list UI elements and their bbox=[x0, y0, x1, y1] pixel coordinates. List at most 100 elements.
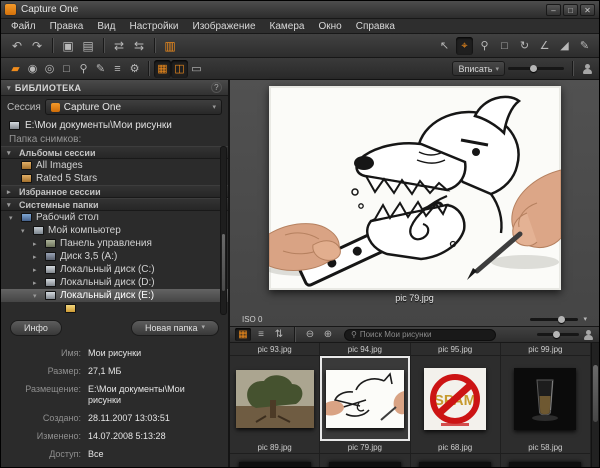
menu-file[interactable]: Файл bbox=[4, 20, 43, 33]
multi-view-toggle-icon[interactable]: ▦ bbox=[154, 59, 171, 78]
tree-item-disk-c[interactable]: ▸ Локальный диск (C:) bbox=[1, 263, 228, 276]
zoom-fit-dropdown[interactable]: Вписать ▾ bbox=[452, 61, 505, 76]
chevron-down-icon: ▾ bbox=[201, 324, 205, 331]
new-folder-button[interactable]: Новая папка ▾ bbox=[131, 320, 219, 336]
zoom-out-icon[interactable]: ⊖ bbox=[302, 328, 318, 341]
title-bar[interactable]: Capture One – □ ✕ bbox=[1, 1, 599, 18]
tree-item-control-panel[interactable]: ▸ Панель управления bbox=[1, 237, 228, 250]
help-icon[interactable]: ? bbox=[211, 82, 222, 93]
toolbar-separator bbox=[294, 327, 295, 342]
menu-edit[interactable]: Правка bbox=[43, 20, 91, 33]
viewer-browser-toggle-icon[interactable]: ◫ bbox=[171, 59, 188, 78]
app-logo-icon bbox=[5, 4, 16, 15]
grid-view-icon[interactable]: ▦ bbox=[235, 328, 251, 341]
thumbnail-pic-89[interactable] bbox=[230, 356, 321, 441]
apply-settings-icon[interactable]: ▤ bbox=[78, 37, 98, 55]
main-toolbar: ↶ ↷ ▣ ▤ ⇄ ⇆ ▥ ↖ ⌖ ⚲ □ ↻ ∠ ◢ ✎ bbox=[1, 34, 599, 58]
thumb-label: pic 89.jpg bbox=[230, 441, 321, 453]
info-row-location: Размещение: E:\Мои документы\Мои рисунки bbox=[25, 384, 185, 405]
thumbnail-pic-79-selected[interactable] bbox=[320, 356, 411, 441]
menu-settings[interactable]: Настройки bbox=[122, 20, 185, 33]
toolbar-separator bbox=[572, 61, 573, 76]
white-balance-picker-icon[interactable]: ◢ bbox=[556, 37, 573, 55]
crop-tool-icon[interactable]: □ bbox=[496, 37, 513, 55]
tree-item-my-computer[interactable]: ▾ Мой компьютер bbox=[1, 224, 228, 237]
window-title: Capture One bbox=[21, 4, 79, 15]
library-panel-header[interactable]: ▾ БИБЛИОТЕКА ? bbox=[1, 80, 228, 96]
undo-icon[interactable]: ↶ bbox=[7, 37, 27, 55]
collapse-panel-icon[interactable]: ▾ bbox=[7, 84, 11, 92]
tree-item-disk-d[interactable]: ▸ Локальный диск (D:) bbox=[1, 276, 228, 289]
zoom-fit-label: Вписать bbox=[458, 63, 493, 74]
thumb-size-slider[interactable] bbox=[537, 331, 579, 338]
browser-search[interactable]: ⚲ bbox=[344, 328, 496, 341]
section-header-favorites[interactable]: ▸ Избранное сессии bbox=[1, 185, 228, 198]
menu-window[interactable]: Окно bbox=[311, 20, 348, 33]
preview-zoom-slider[interactable] bbox=[530, 315, 579, 323]
session-path-item[interactable]: E:\Мои документы\Мои рисунки bbox=[1, 118, 228, 133]
info-row-name: Имя: Мои рисунки bbox=[60, 348, 142, 358]
thumbnail-pic-68[interactable]: SPAM bbox=[411, 356, 501, 441]
minimize-button[interactable]: – bbox=[546, 3, 561, 16]
cursor-tool-icon[interactable]: ↖ bbox=[436, 37, 453, 55]
menu-view[interactable]: Вид bbox=[90, 20, 122, 33]
viewer-zoom-slider[interactable] bbox=[508, 65, 564, 72]
browser-scrollbar-thumb[interactable] bbox=[593, 365, 598, 423]
viewer-filename: pic 79.jpg bbox=[395, 293, 434, 303]
menu-image[interactable]: Изображение bbox=[186, 20, 263, 33]
focus-loupe-icon[interactable]: ⚲ bbox=[75, 60, 92, 78]
session-select[interactable]: Capture One ▾ bbox=[44, 99, 222, 115]
annotate-tool-icon[interactable]: ✎ bbox=[576, 37, 593, 55]
metadata-list-icon[interactable]: ≡ bbox=[109, 60, 126, 78]
maximize-button[interactable]: □ bbox=[563, 3, 578, 16]
sync-back-icon[interactable]: ⇄ bbox=[109, 37, 129, 55]
file-info-panel: Имя: Мои рисунки Размер: 27,1 МБ Размеще… bbox=[1, 339, 228, 467]
search-input[interactable] bbox=[359, 330, 489, 339]
thumbnail-partial[interactable] bbox=[230, 454, 321, 467]
loupe-tool-icon[interactable]: ⚲ bbox=[476, 37, 493, 55]
thumb-label-row: pic 89.jpg pic 79.jpg pic 68.jpg pic 58.… bbox=[230, 441, 591, 454]
album-item-rated-5-stars[interactable]: Rated 5 Stars bbox=[1, 172, 228, 185]
section-header-system-folders[interactable]: ▾ Системные папки bbox=[1, 198, 228, 211]
adjustments-icon[interactable]: ✎ bbox=[92, 60, 109, 78]
browser-scrollbar[interactable] bbox=[591, 343, 599, 467]
sidebar-scrollbar[interactable] bbox=[220, 146, 227, 315]
capture-icon[interactable]: ◉ bbox=[24, 60, 41, 78]
thumbnail-partial[interactable] bbox=[320, 454, 411, 467]
copy-settings-icon[interactable]: ▣ bbox=[58, 37, 78, 55]
rotate-tool-icon[interactable]: ↻ bbox=[516, 37, 533, 55]
viewer-image[interactable] bbox=[268, 86, 561, 290]
menu-help[interactable]: Справка bbox=[349, 20, 402, 33]
tree-item-disk-e-selected[interactable]: ▾ Локальный диск (E:) bbox=[1, 289, 228, 302]
drive-icon bbox=[45, 278, 56, 287]
settings-gear-icon[interactable]: ⚙ bbox=[126, 60, 143, 78]
album-item-all-images[interactable]: All Images bbox=[1, 159, 228, 172]
tree-item-desktop[interactable]: ▾ Рабочий стол bbox=[1, 211, 228, 224]
info-button[interactable]: Инфо bbox=[10, 320, 62, 336]
redo-icon[interactable]: ↷ bbox=[27, 37, 47, 55]
user-avatar-icon[interactable] bbox=[582, 329, 594, 341]
dog-drawing-photo bbox=[268, 86, 561, 290]
tree-item-subfolder[interactable] bbox=[1, 302, 228, 315]
library-icon[interactable]: ▰ bbox=[7, 60, 24, 78]
sidebar-scrollbar-thumb[interactable] bbox=[222, 233, 225, 291]
list-view-icon[interactable]: ≡ bbox=[253, 328, 269, 341]
zoom-in-icon[interactable]: ⊕ bbox=[320, 328, 336, 341]
user-avatar-icon[interactable] bbox=[581, 63, 593, 75]
copy-stack-icon[interactable]: ▥ bbox=[160, 37, 180, 55]
thumbnail-partial[interactable] bbox=[501, 454, 591, 467]
straighten-tool-icon[interactable]: ∠ bbox=[536, 37, 553, 55]
sync-forward-icon[interactable]: ⇆ bbox=[129, 37, 149, 55]
section-header-albums[interactable]: ▾ Альбомы сессии bbox=[1, 146, 228, 159]
chevron-down-icon[interactable]: ▾ bbox=[583, 315, 587, 323]
thumbnail-pic-58[interactable] bbox=[501, 356, 591, 441]
menu-camera[interactable]: Камера bbox=[263, 20, 312, 33]
thumbnail-partial[interactable] bbox=[411, 454, 501, 467]
tree-item-floppy-a[interactable]: ▸ Диск 3,5 (A:) bbox=[1, 250, 228, 263]
close-button[interactable]: ✕ bbox=[580, 3, 595, 16]
pan-tool-icon[interactable]: ⌖ bbox=[456, 36, 473, 55]
browser-only-toggle-icon[interactable]: ▭ bbox=[188, 60, 205, 78]
lens-icon[interactable]: ◎ bbox=[41, 60, 58, 78]
sort-icon[interactable]: ⇅ bbox=[271, 328, 287, 341]
crop-panel-icon[interactable]: □ bbox=[58, 60, 75, 78]
